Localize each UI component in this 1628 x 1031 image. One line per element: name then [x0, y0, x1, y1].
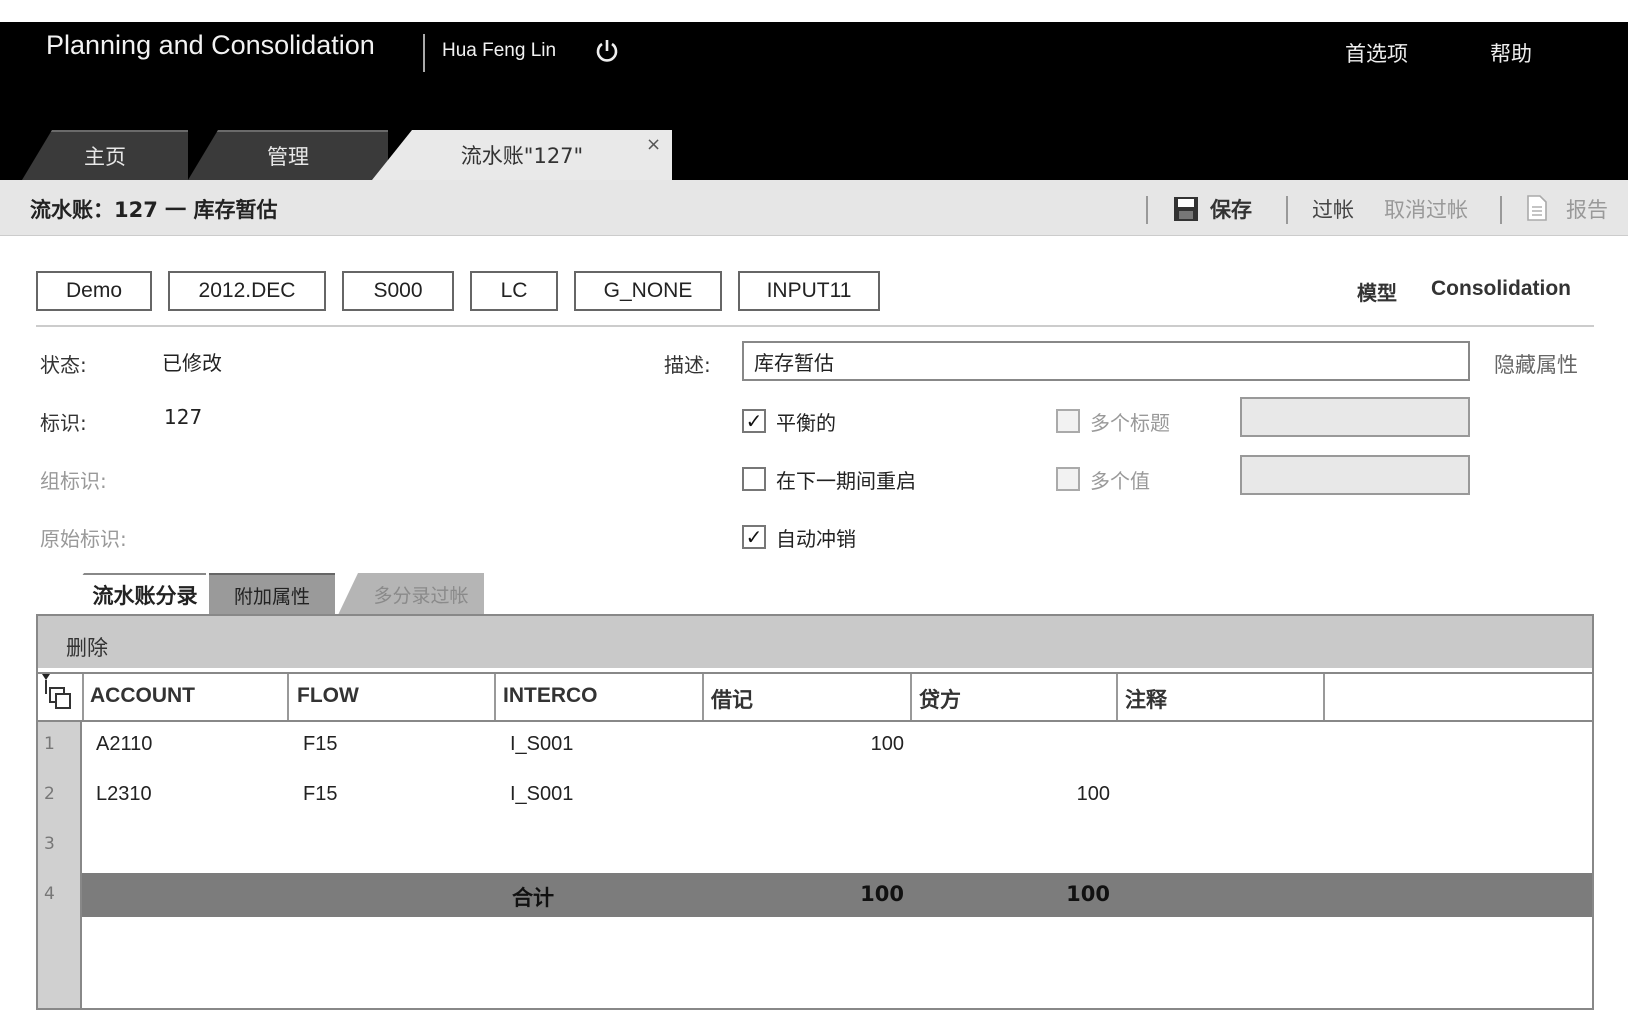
multi-header-label: 多个标题: [1090, 411, 1170, 435]
total-label: 合计: [512, 886, 554, 910]
grid-header: [38, 672, 1592, 722]
tab-admin[interactable]: 管理: [188, 130, 388, 180]
column-divider: [910, 674, 912, 720]
column-header-debit[interactable]: 借记: [711, 684, 753, 714]
toolbar-divider: [1146, 196, 1148, 224]
original-id-label: 原始标识:: [40, 527, 127, 551]
tab-additional-attributes[interactable]: 附加属性: [209, 573, 335, 615]
grid-toolbar: [38, 616, 1592, 668]
id-value: 127: [164, 405, 203, 429]
help-link[interactable]: 帮助: [1490, 38, 1532, 68]
tab-journal[interactable]: 流水账"127": [372, 130, 672, 180]
description-label: 描述:: [664, 353, 711, 377]
reopen-label: 在下一期间重启: [776, 469, 916, 493]
divider: [36, 325, 1594, 327]
multi-value-label: 多个值: [1090, 469, 1150, 493]
title-divider: [423, 34, 425, 72]
close-icon[interactable]: ×: [646, 134, 661, 155]
column-header-interco[interactable]: INTERCO: [503, 684, 598, 708]
page-title: 流水账：127 一 库存暂估: [30, 198, 278, 222]
multi-value-checkbox[interactable]: [1056, 467, 1080, 491]
cell-flow[interactable]: F15: [303, 783, 337, 806]
dimension-button[interactable]: S000: [342, 271, 454, 311]
save-button[interactable]: 保存: [1210, 194, 1252, 224]
cell-credit[interactable]: 100: [910, 783, 1110, 806]
user-name: Hua Feng Lin: [442, 40, 557, 61]
tab-multi-entry-post[interactable]: 多分录过帐: [338, 573, 484, 615]
select-all-icon[interactable]: [40, 672, 80, 718]
row-number: 4: [44, 884, 55, 904]
row-number: 3: [44, 834, 55, 854]
hide-attributes-link[interactable]: 隐藏属性: [1494, 349, 1578, 379]
row-number: 1: [44, 734, 55, 754]
column-header-credit[interactable]: 贷方: [919, 684, 961, 714]
report-icon[interactable]: [1526, 195, 1548, 221]
cell-interco[interactable]: I_S001: [510, 733, 573, 756]
column-divider: [702, 674, 704, 720]
description-input[interactable]: [742, 341, 1470, 381]
top-margin: [0, 0, 1628, 22]
tab-journal-entries[interactable]: 流水账分录: [54, 573, 206, 615]
unpost-button[interactable]: 取消过帐: [1384, 194, 1468, 224]
dimension-button[interactable]: 2012.DEC: [168, 271, 326, 311]
auto-reverse-checkbox[interactable]: ✓: [742, 525, 766, 549]
multi-value-field: [1240, 455, 1470, 495]
cell-interco[interactable]: I_S001: [510, 783, 573, 806]
preferences-link[interactable]: 首选项: [1345, 38, 1408, 68]
column-divider: [287, 674, 289, 720]
dimension-button[interactable]: G_NONE: [574, 271, 722, 311]
total-debit: 100: [860, 882, 904, 906]
model-value: Consolidation: [1431, 277, 1571, 300]
group-id-label: 组标识:: [40, 469, 107, 493]
toolbar-divider: [1500, 196, 1502, 224]
column-header-comment[interactable]: 注释: [1125, 684, 1167, 714]
id-label: 标识:: [40, 411, 87, 435]
toolbar-divider: [1286, 196, 1288, 224]
status-value: 已修改: [162, 351, 222, 375]
dimension-button[interactable]: Demo: [36, 271, 152, 311]
cell-debit[interactable]: 100: [702, 733, 904, 756]
status-label: 状态:: [40, 353, 87, 377]
balanced-label: 平衡的: [776, 411, 836, 435]
multi-header-field: [1240, 397, 1470, 437]
auto-reverse-label: 自动冲销: [776, 527, 856, 551]
multi-header-checkbox[interactable]: [1056, 409, 1080, 433]
column-divider: [82, 674, 84, 720]
column-divider: [1323, 674, 1325, 720]
delete-button[interactable]: 删除: [66, 632, 108, 662]
app-title: Planning and Consolidation: [46, 30, 375, 60]
dimension-button[interactable]: INPUT11: [738, 271, 880, 311]
dimension-button[interactable]: LC: [470, 271, 558, 311]
model-label: 模型: [1357, 281, 1397, 305]
reopen-checkbox[interactable]: [742, 467, 766, 491]
row-number-column: [38, 722, 82, 1008]
cell-flow[interactable]: F15: [303, 733, 337, 756]
column-divider: [1116, 674, 1118, 720]
column-header-flow[interactable]: FLOW: [297, 684, 359, 708]
post-button[interactable]: 过帐: [1312, 194, 1354, 224]
balanced-checkbox[interactable]: ✓: [742, 409, 766, 433]
column-divider: [494, 674, 496, 720]
save-icon[interactable]: [1173, 196, 1199, 222]
cell-account[interactable]: A2110: [96, 733, 152, 756]
total-credit: 100: [1066, 882, 1110, 906]
report-button[interactable]: 报告: [1566, 194, 1608, 224]
power-icon[interactable]: [594, 38, 620, 64]
column-header-account[interactable]: ACCOUNT: [90, 684, 195, 708]
cell-account[interactable]: L2310: [96, 783, 152, 806]
row-number: 2: [44, 784, 55, 804]
